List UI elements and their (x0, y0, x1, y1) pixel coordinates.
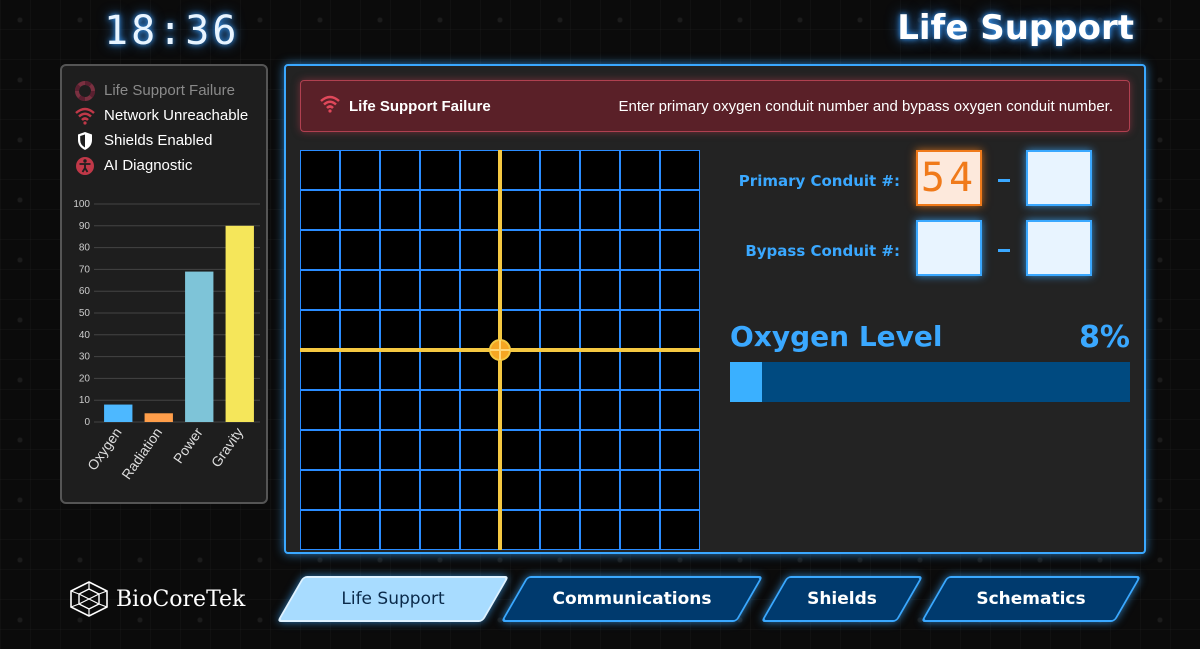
alert-title: Life Support Failure (349, 97, 491, 115)
bypass-conduit-first-input[interactable] (916, 220, 982, 276)
status-bar-chart: 0 10 20 30 40 50 60 70 80 90 100 OxygenRadiation Pow… (73, 199, 260, 483)
wifi-icon (74, 105, 96, 127)
y-tick-label: 50 (79, 308, 91, 319)
tab-label: Shields (807, 589, 877, 609)
crosshair-target-icon[interactable] (489, 339, 511, 361)
y-tick-label: 100 (73, 199, 90, 210)
tab-schematics[interactable]: Schematics (920, 576, 1142, 622)
tab-life-support[interactable]: Life Support (276, 576, 510, 622)
status-panel: Life Support Failure Network Unreachable… (60, 64, 268, 504)
y-tick-label: 60 (79, 286, 91, 297)
bypass-conduit-second-input[interactable] (1026, 220, 1092, 276)
status-list: Life Support Failure Network Unreachable… (74, 78, 248, 178)
y-tick-label: 40 (79, 330, 91, 341)
brand-name: BioCoreTek (116, 586, 246, 612)
main-panel: Life Support Failure Enter primary oxyge… (284, 64, 1146, 554)
bar-oxygen (104, 404, 133, 422)
x-tick-label: Gravity (208, 425, 247, 471)
status-label: Shields Enabled (104, 132, 213, 149)
primary-conduit-first-input[interactable]: 54 (916, 150, 982, 206)
clock: 18:36 (104, 8, 240, 54)
bar-gravity (225, 225, 254, 422)
brand-logo: BioCoreTek (68, 580, 245, 618)
bypass-conduit-dash (998, 249, 1010, 252)
y-tick-label: 70 (79, 264, 91, 275)
status-item-network: Network Unreachable (74, 103, 248, 128)
conduit-grid[interactable] (299, 149, 701, 551)
tab-label: Life Support (341, 589, 445, 609)
x-tick-label: Oxygen (84, 425, 125, 474)
y-tick-label: 90 (79, 221, 91, 232)
page-title: Life Support (897, 8, 1134, 48)
tab-shields[interactable]: Shields (760, 576, 924, 622)
x-tick-label: Power (170, 424, 206, 466)
status-label: AI Diagnostic (104, 157, 193, 174)
primary-conduit-label: Primary Conduit #: (738, 172, 900, 190)
grid-canvas[interactable] (299, 149, 701, 551)
y-tick-label: 30 (79, 352, 91, 363)
status-item-life-support: Life Support Failure (74, 78, 248, 103)
y-tick-label: 0 (84, 417, 90, 428)
tab-label: Schematics (976, 589, 1086, 609)
bar-power (185, 271, 214, 422)
shield-icon (74, 130, 96, 152)
alert-banner: Life Support Failure Enter primary oxyge… (300, 80, 1130, 132)
tab-label: Communications (552, 589, 712, 609)
status-label: Network Unreachable (104, 107, 249, 124)
primary-conduit-second-input[interactable] (1026, 150, 1092, 206)
bar-radiation (144, 413, 173, 422)
status-item-ai: AI Diagnostic (74, 153, 248, 178)
oxygen-level-label: Oxygen Level (730, 320, 943, 353)
tab-communications[interactable]: Communications (500, 576, 764, 622)
status-item-shields: Shields Enabled (74, 128, 248, 153)
y-tick-label: 20 (79, 373, 91, 384)
oxygen-level-value: 8% (1079, 320, 1130, 355)
hexagon-logo-icon (70, 581, 108, 617)
alert-message: Enter primary oxygen conduit number and … (618, 97, 1113, 115)
wifi-icon (319, 95, 341, 118)
y-tick-label: 10 (79, 395, 91, 406)
status-label: Life Support Failure (104, 82, 235, 99)
y-tick-label: 80 (79, 243, 91, 254)
primary-conduit-dash (998, 179, 1010, 182)
accessibility-icon (74, 155, 96, 177)
life-ring-icon (74, 80, 96, 102)
oxygen-level-fill (730, 362, 762, 402)
oxygen-level-bar (730, 362, 1130, 402)
x-tick-label: Radiation (118, 425, 165, 483)
bypass-conduit-label: Bypass Conduit #: (745, 242, 900, 260)
